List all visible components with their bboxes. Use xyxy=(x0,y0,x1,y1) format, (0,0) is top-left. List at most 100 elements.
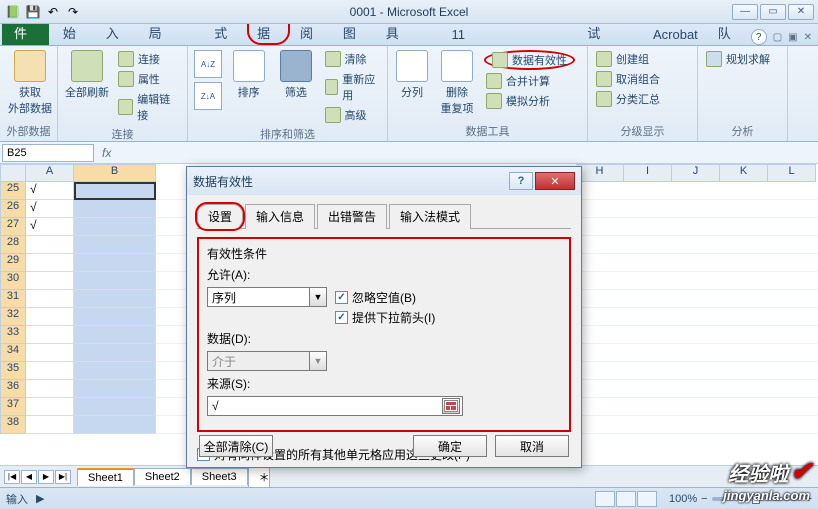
cell[interactable] xyxy=(26,344,74,362)
source-input[interactable]: √ xyxy=(207,396,463,416)
edit-links-button[interactable]: 编辑链接 xyxy=(116,90,181,124)
save-icon[interactable]: 💾 xyxy=(24,3,42,21)
dialog-titlebar[interactable]: 数据有效性 ? ✕ xyxy=(187,167,581,195)
ungroup-button[interactable]: 取消组合 xyxy=(594,70,691,88)
row-header[interactable]: 33 xyxy=(0,326,26,344)
sort-asc-button[interactable]: A↓Z xyxy=(194,50,222,78)
col-header-A[interactable]: A xyxy=(26,164,74,182)
sort-desc-button[interactable]: Z↓A xyxy=(194,82,222,110)
cell[interactable] xyxy=(26,380,74,398)
cell[interactable] xyxy=(74,308,156,326)
cell[interactable] xyxy=(74,326,156,344)
dialog-tab-error-alert[interactable]: 出错警告 xyxy=(317,204,387,229)
cell[interactable] xyxy=(26,308,74,326)
row-header[interactable]: 35 xyxy=(0,362,26,380)
close-button[interactable]: ✕ xyxy=(788,4,814,20)
clear-filter-button[interactable]: 清除 xyxy=(323,50,381,68)
name-box[interactable] xyxy=(2,144,94,162)
cell[interactable] xyxy=(74,254,156,272)
first-sheet-button[interactable]: |◀ xyxy=(4,470,20,484)
row-header[interactable]: 34 xyxy=(0,344,26,362)
cell[interactable] xyxy=(74,416,156,434)
cell[interactable] xyxy=(74,380,156,398)
col-header-B[interactable]: B xyxy=(74,164,156,182)
filter-button[interactable]: 筛选 xyxy=(275,50,316,124)
advanced-button[interactable]: 高级 xyxy=(323,106,381,124)
data-validation-button[interactable]: 数据有效性 xyxy=(484,50,575,70)
dialog-tab-input-message[interactable]: 输入信息 xyxy=(245,204,315,229)
cell[interactable] xyxy=(26,236,74,254)
consolidate-button[interactable]: 合并计算 xyxy=(484,72,575,90)
row-header[interactable]: 38 xyxy=(0,416,26,434)
row-header[interactable]: 26 xyxy=(0,200,26,218)
reapply-button[interactable]: 重新应用 xyxy=(323,70,381,104)
dialog-close-button[interactable]: ✕ xyxy=(535,172,575,190)
fx-icon[interactable]: fx xyxy=(96,146,117,160)
get-external-data-button[interactable]: 获取 外部数据 xyxy=(6,50,54,116)
subtotal-button[interactable]: 分类汇总 xyxy=(594,90,691,108)
minimize-ribbon-icon[interactable]: ▢ xyxy=(773,32,782,43)
dialog-tab-settings[interactable]: 设置 xyxy=(197,204,243,229)
refresh-all-button[interactable]: 全部刷新 xyxy=(64,50,110,124)
page-break-button[interactable] xyxy=(637,491,657,507)
macro-record-icon[interactable]: ▶ xyxy=(36,492,44,505)
row-header[interactable]: 25 xyxy=(0,182,26,200)
cell[interactable] xyxy=(74,398,156,416)
last-sheet-button[interactable]: ▶| xyxy=(55,470,71,484)
row-header[interactable]: 37 xyxy=(0,398,26,416)
cancel-button[interactable]: 取消 xyxy=(495,435,569,457)
cell[interactable] xyxy=(26,362,74,380)
undo-icon[interactable]: ↶ xyxy=(44,3,62,21)
cell[interactable] xyxy=(74,344,156,362)
solver-button[interactable]: 规划求解 xyxy=(704,50,781,68)
prev-sheet-button[interactable]: ◀ xyxy=(21,470,37,484)
restore-child-icon[interactable]: ▣ xyxy=(788,32,797,43)
ignore-blank-checkbox[interactable]: ✓ 忽略空值(B) xyxy=(335,289,416,306)
col-header-J[interactable]: J xyxy=(672,164,720,182)
row-header[interactable]: 32 xyxy=(0,308,26,326)
tab-acrobat[interactable]: Acrobat xyxy=(643,24,708,45)
properties-button[interactable]: 属性 xyxy=(116,70,181,88)
cell[interactable] xyxy=(26,416,74,434)
sheet-tab-1[interactable]: Sheet1 xyxy=(77,468,134,486)
range-picker-button[interactable] xyxy=(442,398,460,414)
ok-button[interactable]: 确定 xyxy=(413,435,487,457)
col-header-H[interactable]: H xyxy=(576,164,624,182)
select-all-corner[interactable] xyxy=(0,164,26,182)
cell[interactable]: √ xyxy=(26,218,74,236)
zoom-level[interactable]: 100% xyxy=(669,493,697,505)
help-icon[interactable]: ? xyxy=(751,29,767,45)
connections-button[interactable]: 连接 xyxy=(116,50,181,68)
row-header[interactable]: 27 xyxy=(0,218,26,236)
cell[interactable] xyxy=(74,272,156,290)
clear-all-button[interactable]: 全部清除(C) xyxy=(199,435,273,457)
cell[interactable]: √ xyxy=(26,200,74,218)
row-header[interactable]: 31 xyxy=(0,290,26,308)
text-to-columns-button[interactable]: 分列 xyxy=(394,50,430,116)
cell[interactable] xyxy=(74,362,156,380)
in-cell-dropdown-checkbox[interactable]: ✓ 提供下拉箭头(I) xyxy=(335,309,435,326)
sort-button[interactable]: 排序 xyxy=(228,50,269,124)
col-header-K[interactable]: K xyxy=(720,164,768,182)
redo-icon[interactable]: ↷ xyxy=(64,3,82,21)
cell[interactable] xyxy=(26,398,74,416)
maximize-button[interactable]: ▭ xyxy=(760,4,786,20)
dialog-tab-ime-mode[interactable]: 输入法模式 xyxy=(389,204,471,229)
row-header[interactable]: 28 xyxy=(0,236,26,254)
row-header[interactable]: 36 xyxy=(0,380,26,398)
remove-duplicates-button[interactable]: 删除 重复项 xyxy=(436,50,478,116)
normal-view-button[interactable] xyxy=(595,491,615,507)
cell[interactable] xyxy=(26,254,74,272)
next-sheet-button[interactable]: ▶ xyxy=(38,470,54,484)
cell[interactable] xyxy=(26,290,74,308)
sheet-tab-2[interactable]: Sheet2 xyxy=(134,468,191,485)
cell[interactable]: √ xyxy=(26,182,74,200)
zoom-out-button[interactable]: − xyxy=(701,493,707,505)
cell[interactable] xyxy=(74,236,156,254)
minimize-button[interactable]: — xyxy=(732,4,758,20)
col-header-I[interactable]: I xyxy=(624,164,672,182)
page-layout-button[interactable] xyxy=(616,491,636,507)
whatif-button[interactable]: 模拟分析 xyxy=(484,92,575,110)
group-button[interactable]: 创建组 xyxy=(594,50,691,68)
cell[interactable] xyxy=(26,326,74,344)
